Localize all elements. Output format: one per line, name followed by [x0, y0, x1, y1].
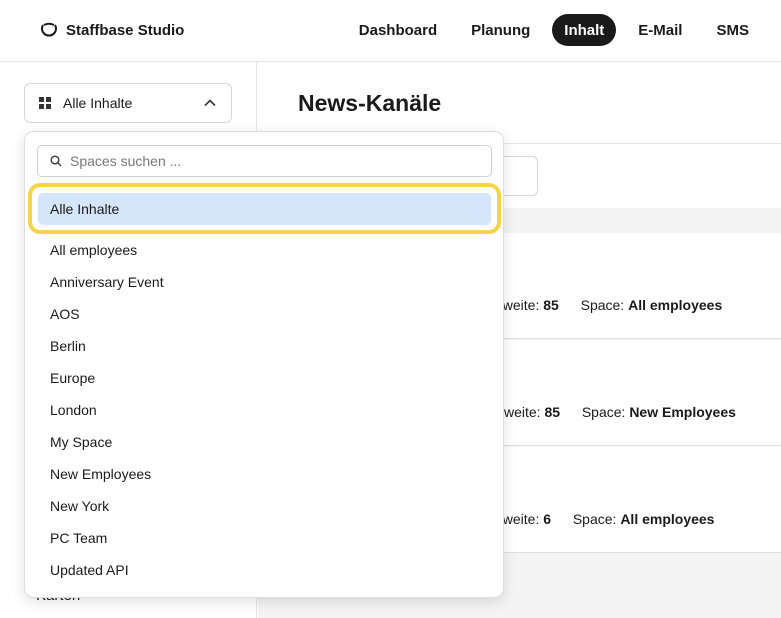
option-europe[interactable]: Europe: [25, 362, 505, 394]
space-dropdown: Alle Inhalte All employees Anniversary E…: [24, 131, 504, 598]
search-input[interactable]: [70, 153, 479, 169]
nav-sms[interactable]: SMS: [704, 14, 761, 46]
brand[interactable]: Staffbase Studio: [40, 19, 184, 41]
chevron-up-icon: [204, 99, 216, 107]
grid-icon: [39, 97, 51, 109]
option-all-employees[interactable]: All employees: [25, 234, 505, 266]
search-icon: [50, 155, 62, 167]
option-my-space[interactable]: My Space: [25, 426, 505, 458]
card-meta: chweite: 6 Space: All employees: [488, 511, 715, 527]
option-pc-team[interactable]: PC Team: [25, 522, 505, 554]
staffbase-logo-icon: [41, 22, 57, 37]
nav-planung[interactable]: Planung: [459, 14, 542, 46]
space-search: [37, 145, 492, 177]
option-updated-api[interactable]: Updated API: [25, 554, 505, 586]
nav-inhalt[interactable]: Inhalt: [552, 14, 617, 46]
option-london[interactable]: London: [25, 394, 505, 426]
card-meta: weite: 85 Space: New Employees: [504, 404, 736, 420]
option-berlin[interactable]: Berlin: [25, 330, 505, 362]
option-new-employees[interactable]: New Employees: [25, 458, 505, 490]
option-alle-inhalte[interactable]: Alle Inhalte: [38, 193, 491, 225]
main-nav: Dashboard Planung Inhalt E-Mail SMS: [347, 14, 761, 46]
option-anniversary-event[interactable]: Anniversary Event: [25, 266, 505, 298]
top-header: Staffbase Studio Dashboard Planung Inhal…: [0, 0, 781, 62]
space-select[interactable]: Alle Inhalte: [24, 83, 232, 123]
option-new-york[interactable]: New York: [25, 490, 505, 522]
nav-dashboard[interactable]: Dashboard: [347, 14, 449, 46]
space-select-label: Alle Inhalte: [63, 95, 133, 111]
brand-name: Staffbase Studio: [66, 21, 185, 39]
card-meta: chweite: 85 Space: All employees: [488, 297, 723, 313]
option-list: All employees Anniversary Event AOS Berl…: [25, 234, 505, 586]
page-title: News-Kanäle: [298, 90, 442, 116]
nav-email[interactable]: E-Mail: [626, 14, 694, 46]
option-aos[interactable]: AOS: [25, 298, 505, 330]
